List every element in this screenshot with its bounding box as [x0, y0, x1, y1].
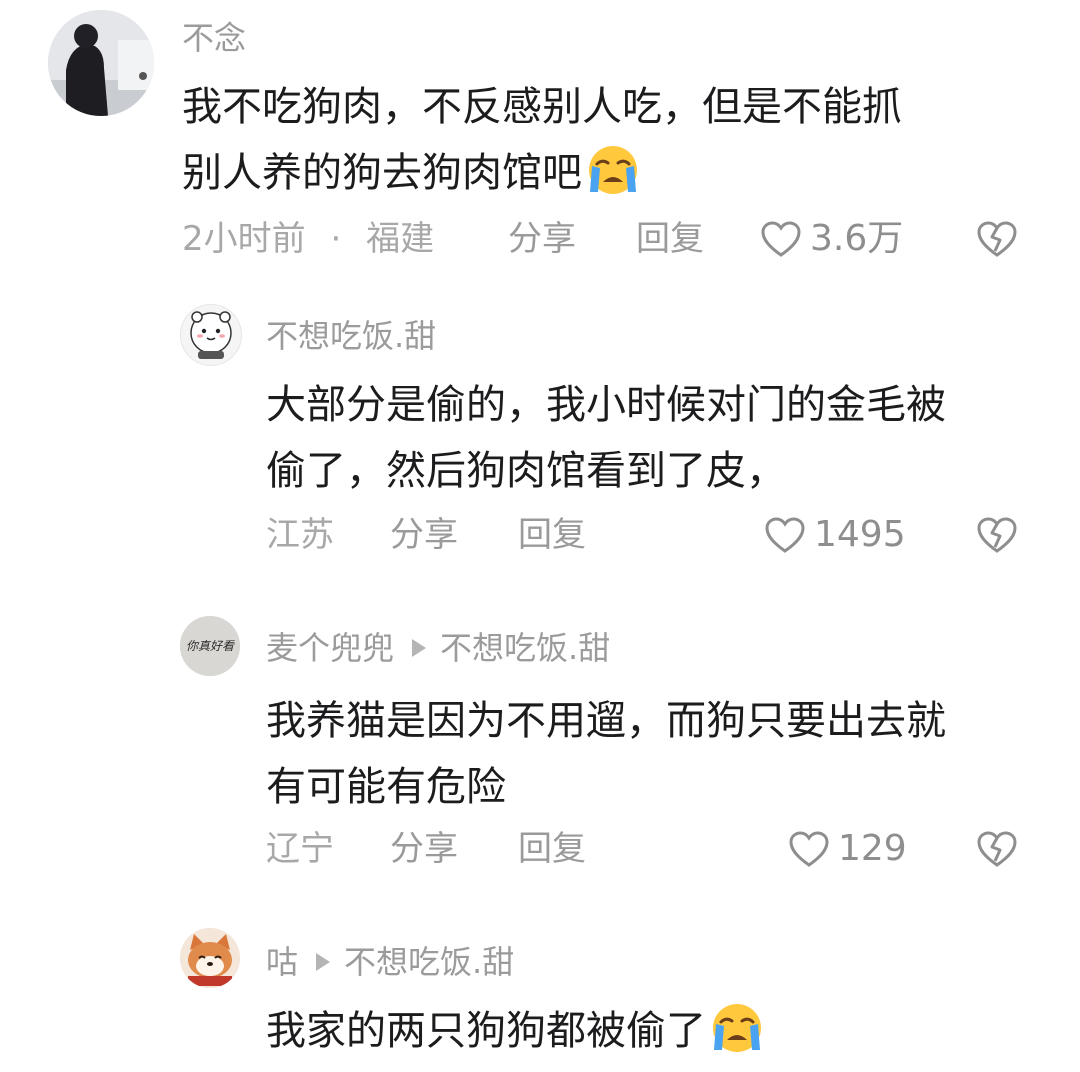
- comment: 不念 我不吃狗肉，不反感别人吃，但是不能抓 别人养的狗去狗肉馆吧 2小时前 · …: [0, 0, 1080, 280]
- comment: 你真好看 麦个兜兜 不想吃饭.甜 我养猫是因为不用遛，而狗只要出去就 有可能有危险…: [0, 612, 1080, 892]
- avatar[interactable]: [48, 10, 154, 116]
- heart-icon: [765, 517, 805, 553]
- username[interactable]: 不想吃饭.甜: [266, 314, 436, 358]
- username-link[interactable]: 麦个兜兜: [266, 629, 394, 667]
- shiba-dog-avatar-icon: [180, 928, 240, 988]
- comment-text: 我家的两只狗狗都被偷了: [266, 998, 766, 1064]
- broken-heart-icon[interactable]: [976, 220, 1018, 258]
- comment-text: 我养猫是因为不用遛，而狗只要出去就 有可能有危险: [266, 688, 946, 820]
- comment-line: 我不吃狗肉，不反感别人吃，但是不能抓: [182, 84, 902, 130]
- username[interactable]: 不念: [182, 16, 246, 60]
- comment-line: 大部分是偷的，我小时候对门的金毛被: [266, 382, 946, 428]
- comment: 不想吃饭.甜 大部分是偷的，我小时候对门的金毛被 偷了，然后狗肉馆看到了皮， 江…: [0, 296, 1080, 576]
- location: 江苏: [266, 515, 334, 555]
- location: 辽宁: [266, 829, 334, 869]
- share-button[interactable]: 分享: [508, 214, 576, 264]
- username: 咕 不想吃饭.甜: [266, 940, 514, 984]
- crying-face-icon: [713, 1004, 761, 1052]
- avatar-calligraphy-text: 你真好看: [185, 639, 234, 653]
- like-button[interactable]: 129: [788, 824, 907, 874]
- like-count: 129: [838, 828, 907, 869]
- like-count: 3.6万: [810, 218, 904, 259]
- reply-button[interactable]: 回复: [518, 510, 586, 560]
- comment-line: 我养猫是因为不用遛，而狗只要出去就: [266, 698, 946, 744]
- avatar[interactable]: [180, 928, 240, 988]
- like-count: 1495: [814, 514, 906, 555]
- comment-text: 我不吃狗肉，不反感别人吃，但是不能抓 别人养的狗去狗肉馆吧: [182, 74, 902, 206]
- share-button[interactable]: 分享: [390, 824, 458, 874]
- reply-to-username[interactable]: 不想吃饭.甜: [344, 943, 514, 981]
- like-button[interactable]: 3.6万: [760, 214, 903, 264]
- avatar[interactable]: [180, 304, 242, 366]
- location: 福建: [366, 219, 435, 259]
- broken-heart-icon[interactable]: [976, 830, 1018, 868]
- reply-button[interactable]: 回复: [636, 214, 704, 264]
- comment: 咕 不想吃饭.甜 我家的两只狗狗都被偷了: [0, 926, 1080, 1072]
- heart-icon: [761, 221, 801, 257]
- share-button[interactable]: 分享: [390, 510, 458, 560]
- reply-button[interactable]: 回复: [518, 824, 586, 874]
- cartoon-bear-avatar-icon: [190, 311, 232, 359]
- comment-line: 我家的两只狗狗都被偷了: [266, 998, 766, 1064]
- avatar-photo-icon: [48, 10, 154, 116]
- like-button[interactable]: 1495: [764, 510, 906, 560]
- comment-meta: 2小时前 · 福建: [182, 214, 434, 264]
- username: 麦个兜兜 不想吃饭.甜: [266, 626, 610, 670]
- reply-arrow-icon: [412, 639, 427, 657]
- comment-line: 偷了，然后狗肉馆看到了皮，: [266, 448, 786, 494]
- timestamp: 2小时前: [182, 219, 306, 259]
- comment-text: 大部分是偷的，我小时候对门的金毛被 偷了，然后狗肉馆看到了皮，: [266, 372, 946, 504]
- avatar[interactable]: 你真好看: [180, 616, 240, 676]
- broken-heart-icon[interactable]: [976, 516, 1018, 554]
- reply-to-username[interactable]: 不想吃饭.甜: [440, 629, 610, 667]
- comment-line: 有可能有危险: [266, 764, 506, 810]
- comment-line: 别人养的狗去狗肉馆吧: [182, 140, 902, 206]
- username-link[interactable]: 咕: [266, 943, 298, 981]
- heart-icon: [789, 831, 829, 867]
- reply-arrow-icon: [316, 953, 331, 971]
- separator-dot: ·: [330, 219, 342, 259]
- crying-face-icon: [589, 146, 637, 194]
